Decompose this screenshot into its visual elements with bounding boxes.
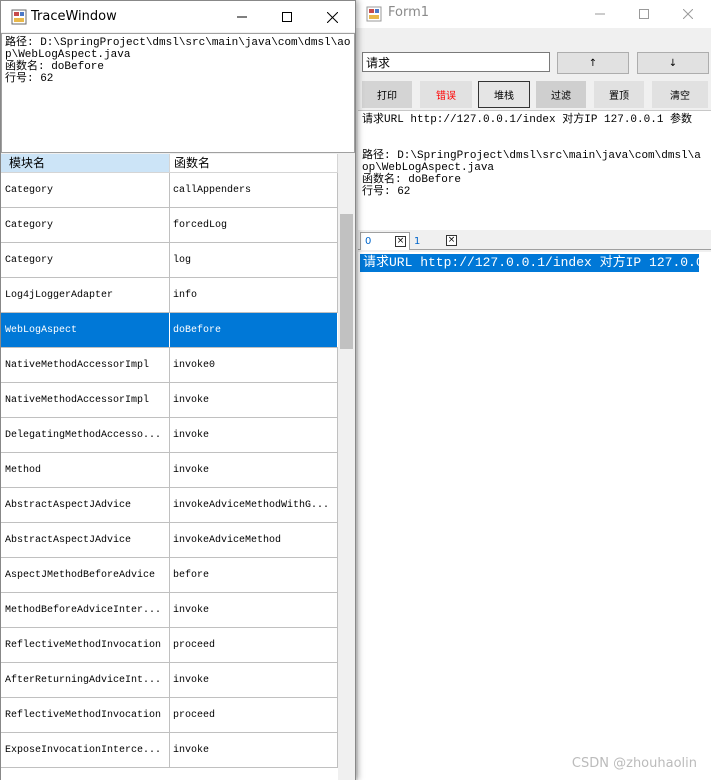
table-row[interactable]: Log4jLoggerAdapter info bbox=[1, 278, 338, 313]
cell-module[interactable]: AfterReturningAdviceInt... bbox=[1, 663, 170, 697]
table-row[interactable]: AbstractAspectJAdvice invokeAdviceMethodW… bbox=[1, 488, 338, 523]
cell-module[interactable]: Log4jLoggerAdapter bbox=[1, 278, 170, 312]
tab-close-icon[interactable]: × bbox=[446, 235, 457, 246]
cell-function[interactable]: doBefore bbox=[170, 313, 338, 347]
pin-top-button[interactable]: 置顶 bbox=[594, 81, 644, 108]
cell-module[interactable]: AspectJMethodBeforeAdvice bbox=[1, 558, 170, 592]
cell-function[interactable]: info bbox=[170, 278, 338, 312]
table-row[interactable]: AfterReturningAdviceInt... invoke bbox=[1, 663, 338, 698]
cell-function[interactable]: invoke bbox=[170, 453, 338, 487]
error-button[interactable]: 错误 bbox=[420, 81, 472, 108]
table-row[interactable]: AbstractAspectJAdvice invokeAdviceMethod bbox=[1, 523, 338, 558]
tab-label: 1 bbox=[414, 235, 421, 247]
cell-function[interactable]: invokeAdviceMethod bbox=[170, 523, 338, 557]
cell-function[interactable]: proceed bbox=[170, 698, 338, 732]
table-row[interactable]: ExposeInvocationInterce... invoke bbox=[1, 733, 338, 768]
table-row[interactable]: Category forcedLog bbox=[1, 208, 338, 243]
cell-module[interactable]: ReflectiveMethodInvocation bbox=[1, 628, 170, 662]
cell-module[interactable]: DelegatingMethodAccesso... bbox=[1, 418, 170, 452]
maximize-icon bbox=[282, 12, 292, 22]
cell-function[interactable]: callAppenders bbox=[170, 173, 338, 207]
grid-rows: Category callAppenders Category forcedLog Ca… bbox=[1, 173, 338, 768]
next-match-button[interactable]: ↓ bbox=[637, 52, 709, 74]
form1-title: Form1 bbox=[388, 5, 430, 20]
cell-module[interactable]: NativeMethodAccessorImpl bbox=[1, 348, 170, 382]
trace-title: TraceWindow bbox=[31, 9, 117, 24]
stack-button[interactable]: 堆栈 bbox=[478, 81, 530, 108]
cell-function[interactable]: forcedLog bbox=[170, 208, 338, 242]
table-row[interactable]: AspectJMethodBeforeAdvice before bbox=[1, 558, 338, 593]
maximize-icon bbox=[639, 9, 649, 19]
cell-module[interactable]: MethodBeforeAdviceInter... bbox=[1, 593, 170, 627]
minimize-icon bbox=[595, 13, 605, 15]
table-row[interactable]: ReflectiveMethodInvocation proceed bbox=[1, 628, 338, 663]
cell-function[interactable]: invoke bbox=[170, 593, 338, 627]
cell-function[interactable]: invoke bbox=[170, 733, 338, 767]
maximize-button[interactable] bbox=[621, 0, 667, 28]
vertical-scrollbar[interactable] bbox=[338, 154, 355, 780]
cell-function[interactable]: invoke bbox=[170, 418, 338, 452]
cell-module[interactable]: WebLogAspect bbox=[1, 313, 170, 347]
cell-function[interactable]: log bbox=[170, 243, 338, 277]
column-header-function[interactable]: 函数名 bbox=[170, 154, 338, 173]
cell-function[interactable]: invoke bbox=[170, 663, 338, 697]
form1-window: Form1 ↑ ↓ 打印 错误 堆栈 过滤 置顶 清空 请求URL http:/… bbox=[354, 0, 711, 780]
watermark: CSDN @zhouhaolin bbox=[571, 756, 697, 771]
cell-module[interactable]: Category bbox=[1, 208, 170, 242]
table-row[interactable]: Category callAppenders bbox=[1, 173, 338, 208]
close-icon bbox=[683, 9, 693, 19]
minimize-button[interactable] bbox=[577, 0, 623, 28]
tab-close-icon[interactable]: × bbox=[395, 236, 406, 247]
grid-header: 模块名 函数名 bbox=[1, 154, 338, 173]
trace-detail-text[interactable]: 路径: D:\SpringProject\dmsl\src\main\java\… bbox=[1, 33, 355, 153]
table-row[interactable]: Category log bbox=[1, 243, 338, 278]
tab-1[interactable]: 1 × bbox=[410, 232, 462, 250]
previous-match-button[interactable]: ↑ bbox=[557, 52, 629, 74]
cell-module[interactable]: Category bbox=[1, 243, 170, 277]
trace-titlebar[interactable]: TraceWindow bbox=[1, 1, 355, 32]
log-line-selected[interactable]: 请求URL http://127.0.0.1/index 对方IP 127.0.… bbox=[360, 254, 699, 272]
cell-function[interactable]: proceed bbox=[170, 628, 338, 662]
cell-module[interactable]: Method bbox=[1, 453, 170, 487]
log-tabstrip: 0 × 1 × bbox=[358, 231, 711, 250]
cell-function[interactable]: invokeAdviceMethodWithG... bbox=[170, 488, 338, 522]
table-row[interactable]: ReflectiveMethodInvocation proceed bbox=[1, 698, 338, 733]
table-row[interactable]: MethodBeforeAdviceInter... invoke bbox=[1, 593, 338, 628]
log-list[interactable]: 请求URL http://127.0.0.1/index 对方IP 127.0.… bbox=[358, 252, 711, 780]
cell-function[interactable]: invoke bbox=[170, 383, 338, 417]
form1-detail-text[interactable]: 请求URL http://127.0.0.1/index 对方IP 127.0.… bbox=[358, 110, 711, 230]
filter-button[interactable]: 过滤 bbox=[536, 81, 586, 108]
tab-0[interactable]: 0 × bbox=[360, 232, 410, 250]
clear-button[interactable]: 清空 bbox=[652, 81, 708, 108]
maximize-button[interactable] bbox=[264, 3, 310, 31]
table-row[interactable]: WebLogAspect doBefore bbox=[1, 313, 338, 348]
app-icon bbox=[11, 9, 27, 25]
trace-window: TraceWindow 路径: D:\SpringProject\dmsl\sr… bbox=[0, 0, 356, 780]
column-header-module[interactable]: 模块名 bbox=[1, 154, 170, 173]
minimize-button[interactable] bbox=[219, 3, 265, 31]
table-row[interactable]: DelegatingMethodAccesso... invoke bbox=[1, 418, 338, 453]
stack-grid[interactable]: 模块名 函数名 Category callAppenders Category for… bbox=[1, 154, 355, 780]
table-row[interactable]: Method invoke bbox=[1, 453, 338, 488]
close-button[interactable] bbox=[665, 0, 711, 28]
search-input[interactable] bbox=[362, 52, 550, 72]
close-button[interactable] bbox=[309, 3, 355, 31]
tab-label: 0 bbox=[365, 236, 372, 247]
form1-titlebar[interactable]: Form1 bbox=[354, 0, 711, 28]
cell-module[interactable]: NativeMethodAccessorImpl bbox=[1, 383, 170, 417]
cell-function[interactable]: before bbox=[170, 558, 338, 592]
cell-function[interactable]: invoke0 bbox=[170, 348, 338, 382]
print-button[interactable]: 打印 bbox=[362, 81, 412, 108]
cell-module[interactable]: ReflectiveMethodInvocation bbox=[1, 698, 170, 732]
close-icon bbox=[326, 11, 338, 23]
scrollbar-thumb[interactable] bbox=[340, 214, 353, 349]
minimize-icon bbox=[237, 16, 247, 18]
cell-module[interactable]: Category bbox=[1, 173, 170, 207]
cell-module[interactable]: ExposeInvocationInterce... bbox=[1, 733, 170, 767]
cell-module[interactable]: AbstractAspectJAdvice bbox=[1, 523, 170, 557]
table-row[interactable]: NativeMethodAccessorImpl invoke bbox=[1, 383, 338, 418]
table-row[interactable]: NativeMethodAccessorImpl invoke0 bbox=[1, 348, 338, 383]
app-icon bbox=[366, 6, 382, 22]
cell-module[interactable]: AbstractAspectJAdvice bbox=[1, 488, 170, 522]
